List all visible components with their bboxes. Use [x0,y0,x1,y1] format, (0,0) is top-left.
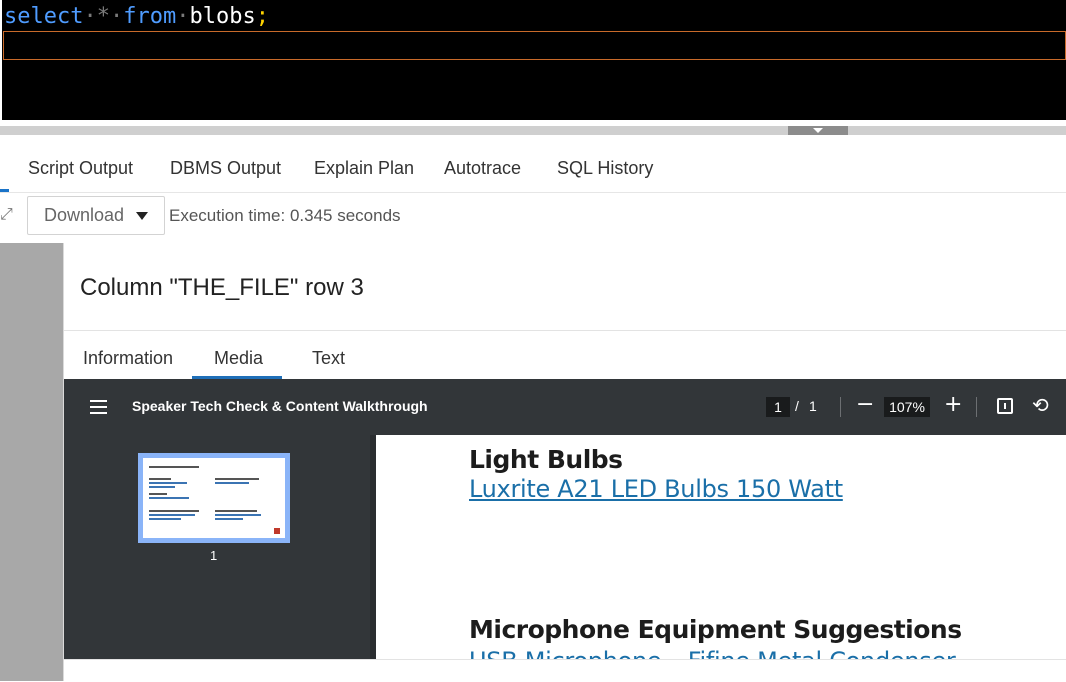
pdf-link-microphone[interactable]: USB Microphone – Fifine Metal Condenser [469,647,956,659]
minus-icon[interactable]: − [856,393,874,417]
chevron-down-icon [813,128,823,133]
pdf-title: Speaker Tech Check & Content Walkthrough [132,398,428,414]
editor-line-1[interactable]: select·*·from·blobs; [4,3,269,31]
page-total: 1 [809,398,817,414]
output-tabs: Script Output DBMS Output Explain Plan A… [0,144,1066,193]
plus-icon[interactable]: + [944,393,962,417]
left-gray-panel [0,243,63,681]
zoom-level-input[interactable]: 107% [884,397,930,417]
pdf-heading-light-bulbs: Light Bulbs [469,445,623,474]
pdf-heading-microphone: Microphone Equipment Suggestions [469,615,962,644]
tab-sql-history[interactable]: SQL History [557,158,653,179]
tab-explain-plan[interactable]: Explain Plan [314,158,414,179]
caret-down-icon [136,211,149,220]
execution-time: Execution time: 0.345 seconds [169,206,401,225]
rotate-icon[interactable]: ⟲ [1032,394,1049,416]
star-token: * [96,4,110,29]
page-thumbnail[interactable] [138,453,290,543]
pdf-page: Light Bulbs Luxrite A21 LED Bulbs 150 Wa… [370,435,1066,659]
thumbnail-page [143,458,285,538]
page-separator: / [795,398,799,414]
subtab-media[interactable]: Media [214,348,263,369]
download-button[interactable]: Download [27,196,165,235]
toolbar-divider [840,397,841,417]
tab-dbms-output[interactable]: DBMS Output [170,158,281,179]
output-toolbar: ⤢ Download Execution time: 0.345 seconds [0,193,1066,244]
subtab-information[interactable]: Information [83,348,173,369]
subtab-text[interactable]: Text [312,348,345,369]
splitter-bar[interactable] [0,126,1066,135]
download-label: Download [44,205,125,225]
pdf-toolbar: Speaker Tech Check & Content Walkthrough… [64,379,1066,435]
fit-page-icon[interactable] [997,398,1013,414]
blob-viewer-panel: Column "THE_FILE" row 3 Information Medi… [63,243,1066,682]
current-line-highlight [3,31,1066,60]
table-name: blobs [189,4,256,29]
active-tab-indicator [0,189,9,192]
collapse-handle[interactable] [788,126,848,135]
semicolon-token: ; [255,4,269,29]
pdf-link-luxrite[interactable]: Luxrite A21 LED Bulbs 150 Watt [469,475,843,503]
hamburger-menu-icon[interactable] [90,400,107,414]
tab-autotrace[interactable]: Autotrace [444,158,521,179]
editor-gutter [0,0,2,120]
keyword-from: from [123,4,177,29]
viewer-footer [64,659,1066,682]
sql-editor[interactable]: select·*·from·blobs; [0,0,1066,120]
thumbnail-page-number: 1 [210,548,218,563]
page-number-input[interactable]: 1 [766,397,790,417]
thumbnail-sidebar: 1 [64,435,370,659]
divider [64,330,1066,331]
tab-script-output[interactable]: Script Output [28,158,133,179]
keyword-select: select [4,4,84,29]
pdf-viewer: Speaker Tech Check & Content Walkthrough… [64,379,1066,659]
viewer-title: Column "THE_FILE" row 3 [80,274,364,301]
expand-icon[interactable]: ⤢ [0,206,13,222]
toolbar-divider [976,397,977,417]
